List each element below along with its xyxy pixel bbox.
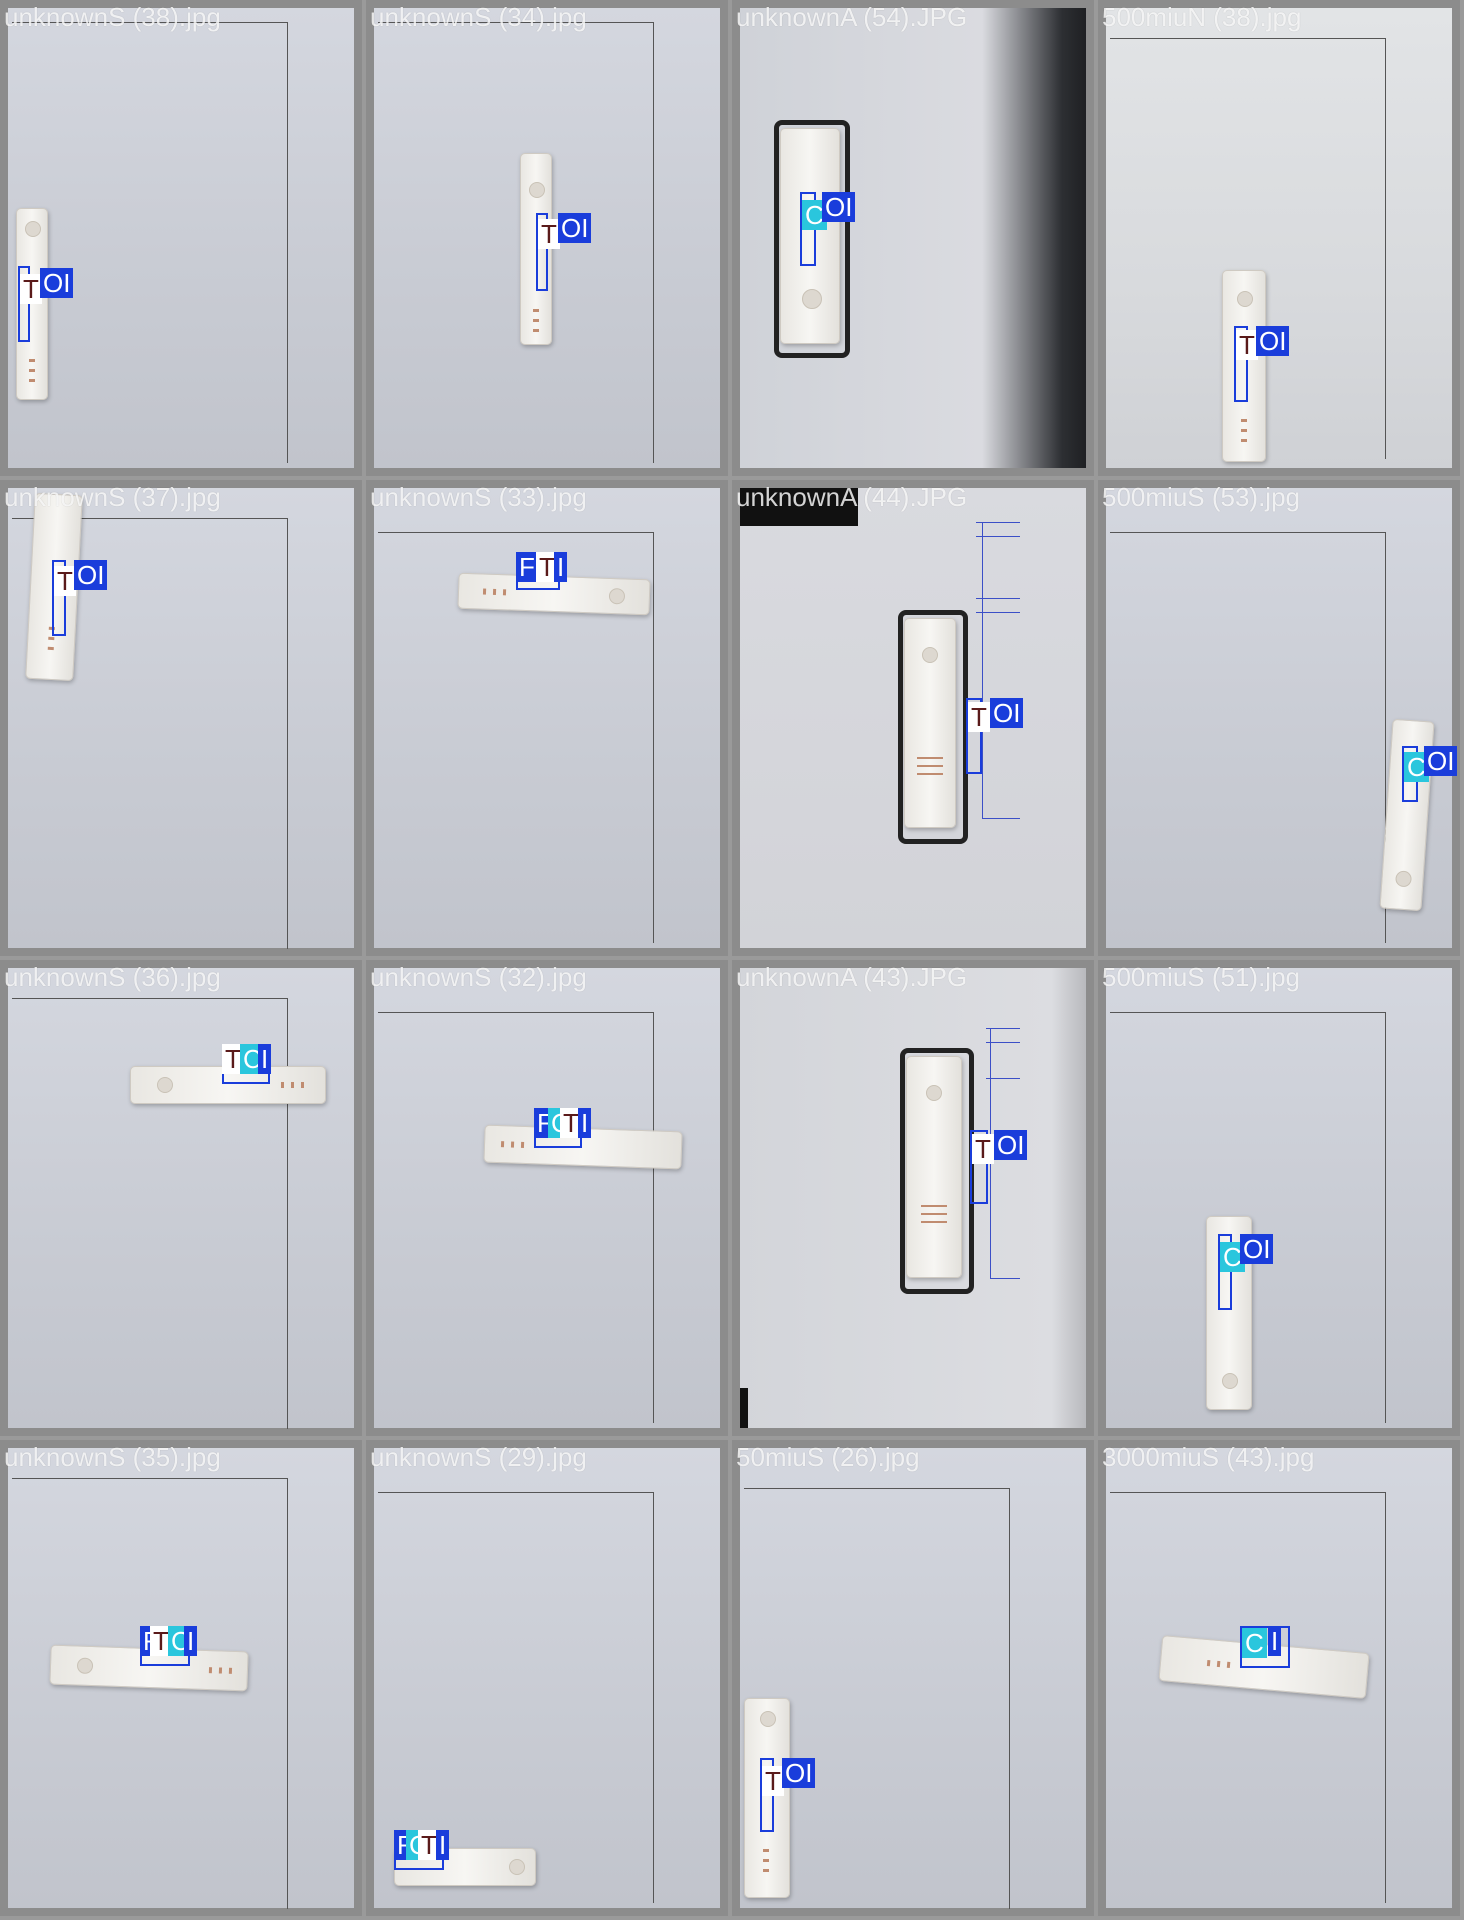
filename-label: unknownA (43).JPG bbox=[736, 962, 968, 992]
image-tile[interactable]: 500miuS (51).jpg C OI bbox=[1098, 960, 1460, 1436]
filename-label: 500miuS (51).jpg bbox=[1102, 962, 1300, 992]
photo bbox=[1106, 1448, 1452, 1908]
filename-label: unknownS (36).jpg bbox=[4, 962, 221, 992]
detection-label-oi: OI bbox=[558, 213, 592, 243]
image-tile[interactable]: 50miuS (26).jpg T OI bbox=[732, 1440, 1094, 1916]
detection-label-c: C bbox=[1242, 1628, 1267, 1658]
detection-label-oi: OI bbox=[1240, 1234, 1274, 1264]
photo bbox=[1106, 968, 1452, 1428]
image-tile[interactable]: unknownS (38).jpg T OI bbox=[0, 0, 362, 476]
detection-label-f: F bbox=[516, 552, 538, 582]
photo bbox=[8, 968, 354, 1429]
detection-label-oi: OI bbox=[40, 268, 74, 298]
filename-label: unknownS (33).jpg bbox=[370, 482, 587, 512]
detection-label-i: I bbox=[436, 1830, 450, 1860]
filename-label: 500miuN (38).jpg bbox=[1102, 2, 1302, 32]
filename-label: unknownS (38).jpg bbox=[4, 2, 221, 32]
image-tile[interactable]: unknownS (36).jpg T C I bbox=[0, 960, 362, 1436]
detection-label-oi: OI bbox=[782, 1758, 816, 1788]
detection-label-oi: OI bbox=[74, 560, 108, 590]
image-tile[interactable]: unknownS (34).jpg T OI bbox=[366, 0, 728, 476]
image-tile[interactable]: unknownS (37).jpg T OI bbox=[0, 480, 362, 956]
image-tile[interactable]: unknownS (33).jpg F T I bbox=[366, 480, 728, 956]
filename-label: unknownS (34).jpg bbox=[370, 2, 587, 32]
detection-label-oi: OI bbox=[822, 192, 856, 222]
photo bbox=[8, 488, 354, 949]
test-strip bbox=[906, 1056, 962, 1278]
image-tile[interactable]: 500miuN (38).jpg T OI bbox=[1098, 0, 1460, 476]
image-tile[interactable]: unknownA (44).JPG T OI bbox=[732, 480, 1094, 956]
image-tile[interactable]: unknownA (54).JPG C OI bbox=[732, 0, 1094, 476]
detection-label-t: T bbox=[1236, 330, 1258, 360]
detection-label-t: T bbox=[762, 1766, 784, 1796]
filename-label: unknownA (54).JPG bbox=[736, 2, 968, 32]
filename-label: unknownS (29).jpg bbox=[370, 1442, 587, 1472]
filename-label: 50miuS (26).jpg bbox=[736, 1442, 920, 1472]
photo bbox=[740, 488, 1086, 948]
image-grid: unknownS (38).jpg T OI unknownS (34).jpg… bbox=[0, 0, 1464, 1920]
detection-label-oi: OI bbox=[994, 1130, 1028, 1160]
test-strip bbox=[904, 618, 956, 828]
detection-label-t: T bbox=[20, 274, 42, 304]
photo bbox=[1106, 8, 1452, 468]
photo bbox=[740, 1448, 1086, 1909]
filename-label: unknownS (37).jpg bbox=[4, 482, 221, 512]
detection-label-oi: OI bbox=[990, 698, 1024, 728]
photo bbox=[8, 8, 354, 468]
filename-label: 500miuS (53).jpg bbox=[1102, 482, 1300, 512]
detection-label-i: I bbox=[184, 1626, 198, 1656]
image-tile[interactable]: unknownS (32).jpg F C T I bbox=[366, 960, 728, 1436]
detection-label-t: T bbox=[972, 1134, 994, 1164]
detection-label-i: I bbox=[1268, 1626, 1282, 1656]
photo bbox=[1106, 488, 1452, 948]
filename-label: unknownA (44).JPG bbox=[736, 482, 968, 512]
image-tile[interactable]: unknownA (43).JPG T OI bbox=[732, 960, 1094, 1436]
detection-label-t: T bbox=[54, 566, 76, 596]
detection-label-i: I bbox=[554, 552, 568, 582]
detection-label-t: T bbox=[538, 219, 560, 249]
photo bbox=[740, 968, 1086, 1428]
detection-label-i: I bbox=[578, 1108, 592, 1138]
detection-label-oi: OI bbox=[1256, 326, 1290, 356]
photo bbox=[740, 8, 1086, 468]
photo bbox=[8, 1448, 354, 1909]
image-tile[interactable]: 500miuS (53).jpg C OI bbox=[1098, 480, 1460, 956]
filename-label: unknownS (32).jpg bbox=[370, 962, 587, 992]
detection-label-oi: OI bbox=[1424, 746, 1458, 776]
image-tile[interactable]: 3000miuS (43).jpg C I bbox=[1098, 1440, 1460, 1916]
detection-label-i: I bbox=[258, 1044, 272, 1074]
image-tile[interactable]: unknownS (29).jpg F C T I bbox=[366, 1440, 728, 1916]
photo bbox=[374, 968, 720, 1428]
filename-label: unknownS (35).jpg bbox=[4, 1442, 221, 1472]
filename-label: 3000miuS (43).jpg bbox=[1102, 1442, 1315, 1472]
detection-label-t: T bbox=[968, 702, 990, 732]
image-tile[interactable]: unknownS (35).jpg F T C I bbox=[0, 1440, 362, 1916]
